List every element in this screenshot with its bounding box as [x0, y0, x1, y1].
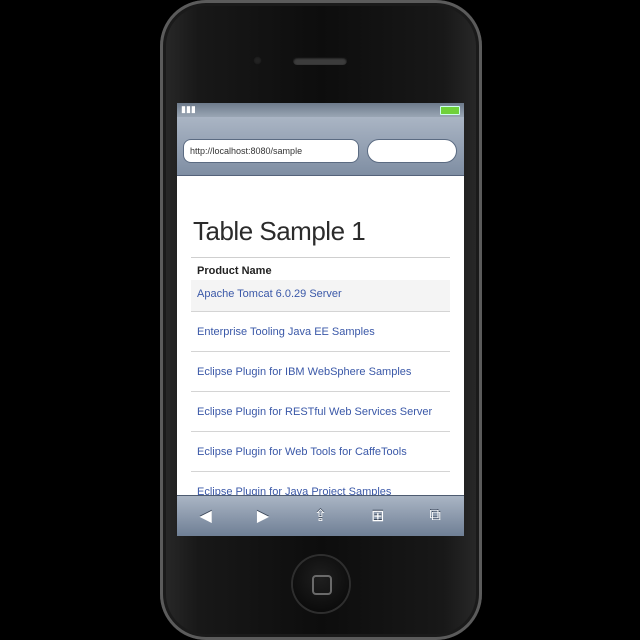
- forward-icon[interactable]: ▶: [249, 502, 277, 530]
- table-header: Product Name: [197, 265, 272, 277]
- browser-url-bar: http://localhost:8080/sample: [177, 117, 464, 176]
- bookmarks-icon[interactable]: ⊞: [364, 502, 392, 530]
- home-square-icon: [312, 575, 332, 595]
- table-row[interactable]: Eclipse Plugin for Web Tools for CaffeTo…: [191, 432, 450, 472]
- earpiece-speaker: [293, 57, 347, 65]
- table-row[interactable]: Eclipse Plugin for IBM WebSphere Samples: [191, 352, 450, 392]
- search-input[interactable]: [367, 139, 457, 163]
- page-content: Table Sample 1 Product Name Apache Tomca…: [177, 216, 464, 512]
- battery-icon: [440, 106, 460, 115]
- status-bar: ▮▮▮: [177, 103, 464, 117]
- signal-icon: ▮▮▮: [181, 104, 196, 114]
- front-camera-icon: [253, 56, 262, 65]
- table-row[interactable]: Eclipse Plugin for RESTful Web Services …: [191, 392, 450, 432]
- address-field[interactable]: http://localhost:8080/sample: [183, 139, 359, 163]
- share-icon[interactable]: ⇪: [306, 502, 334, 530]
- tabs-icon[interactable]: ⧉: [421, 502, 449, 530]
- back-icon[interactable]: ◀: [192, 502, 220, 530]
- product-table: Product Name Apache Tomcat 6.0.29 Server…: [191, 257, 450, 512]
- page-title: Table Sample 1: [193, 216, 366, 246]
- table-row[interactable]: Enterprise Tooling Java EE Samples: [191, 312, 450, 352]
- table-row[interactable]: Apache Tomcat 6.0.29 Server: [191, 280, 450, 312]
- home-button[interactable]: [293, 556, 349, 612]
- browser-toolbar: ◀ ▶ ⇪ ⊞ ⧉: [177, 495, 464, 536]
- phone-screen: ▮▮▮ http://localhost:8080/sample Table S…: [177, 103, 464, 536]
